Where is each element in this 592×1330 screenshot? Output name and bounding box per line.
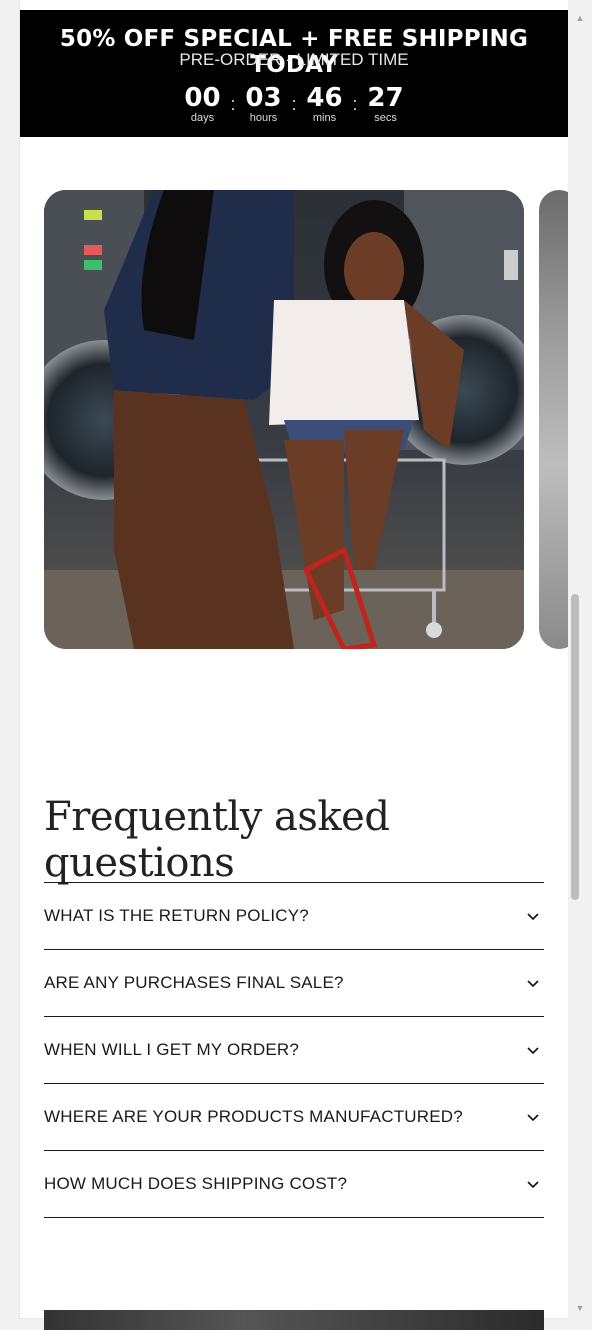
countdown-secs: 27 secs: [362, 84, 410, 124]
faq-accordion: WHAT IS THE RETURN POLICY? ARE ANY PURCH…: [44, 882, 544, 1218]
countdown-separator: :: [352, 94, 358, 114]
faq-item-manufacturing[interactable]: WHERE ARE YOUR PRODUCTS MANUFACTURED?: [44, 1083, 544, 1150]
faq-item-final-sale[interactable]: ARE ANY PURCHASES FINAL SALE?: [44, 949, 544, 1016]
countdown-label: secs: [374, 112, 397, 124]
scroll-up-arrow-icon[interactable]: ▲: [574, 12, 586, 24]
faq-heading: Frequently asked questions: [44, 794, 390, 886]
promo-banner: 50% OFF SPECIAL + FREE SHIPPING TODAY PR…: [20, 10, 568, 137]
carousel-slide-image[interactable]: [44, 190, 524, 649]
faq-question: HOW MUCH DOES SHIPPING COST?: [44, 1174, 348, 1193]
countdown-value: 46: [306, 83, 343, 113]
chevron-down-icon: [527, 1181, 539, 1189]
countdown-value: 00: [184, 83, 221, 113]
faq-item-shipping-cost[interactable]: HOW MUCH DOES SHIPPING COST?: [44, 1150, 544, 1218]
countdown-separator: :: [230, 94, 236, 114]
promo-subtitle: PRE-ORDER - LIMITED TIME: [179, 50, 409, 69]
faq-question: ARE ANY PURCHASES FINAL SALE?: [44, 973, 344, 992]
chevron-down-icon: [527, 980, 539, 988]
countdown-value: 03: [245, 83, 282, 113]
countdown-timer: 00 days : 03 hours : 46 mins : 27 secs: [20, 84, 568, 124]
countdown-label: mins: [312, 112, 337, 124]
page-scrollbar[interactable]: ▲ ▼: [568, 0, 592, 1318]
faq-item-order-timing[interactable]: WHEN WILL I GET MY ORDER?: [44, 1016, 544, 1083]
countdown-days: 00 days: [178, 84, 226, 124]
faq-question: WHERE ARE YOUR PRODUCTS MANUFACTURED?: [44, 1107, 463, 1126]
countdown-label: hours: [249, 112, 278, 124]
countdown-separator: :: [291, 94, 297, 114]
countdown-mins: 46 mins: [301, 84, 349, 124]
chevron-down-icon: [527, 1114, 539, 1122]
countdown-label: days: [190, 112, 215, 124]
scrollbar-thumb[interactable]: [571, 594, 579, 900]
faq-question: WHEN WILL I GET MY ORDER?: [44, 1040, 300, 1059]
countdown-value: 27: [367, 83, 404, 113]
countdown-hours: 03 hours: [239, 84, 287, 124]
chevron-down-icon: [527, 1047, 539, 1055]
chevron-down-icon: [527, 913, 539, 921]
scroll-down-arrow-icon[interactable]: ▼: [574, 1302, 586, 1314]
next-section-image: [44, 1310, 544, 1330]
faq-question: WHAT IS THE RETURN POLICY?: [44, 906, 309, 925]
faq-item-return-policy[interactable]: WHAT IS THE RETURN POLICY?: [44, 882, 544, 949]
product-photo: [44, 190, 524, 649]
